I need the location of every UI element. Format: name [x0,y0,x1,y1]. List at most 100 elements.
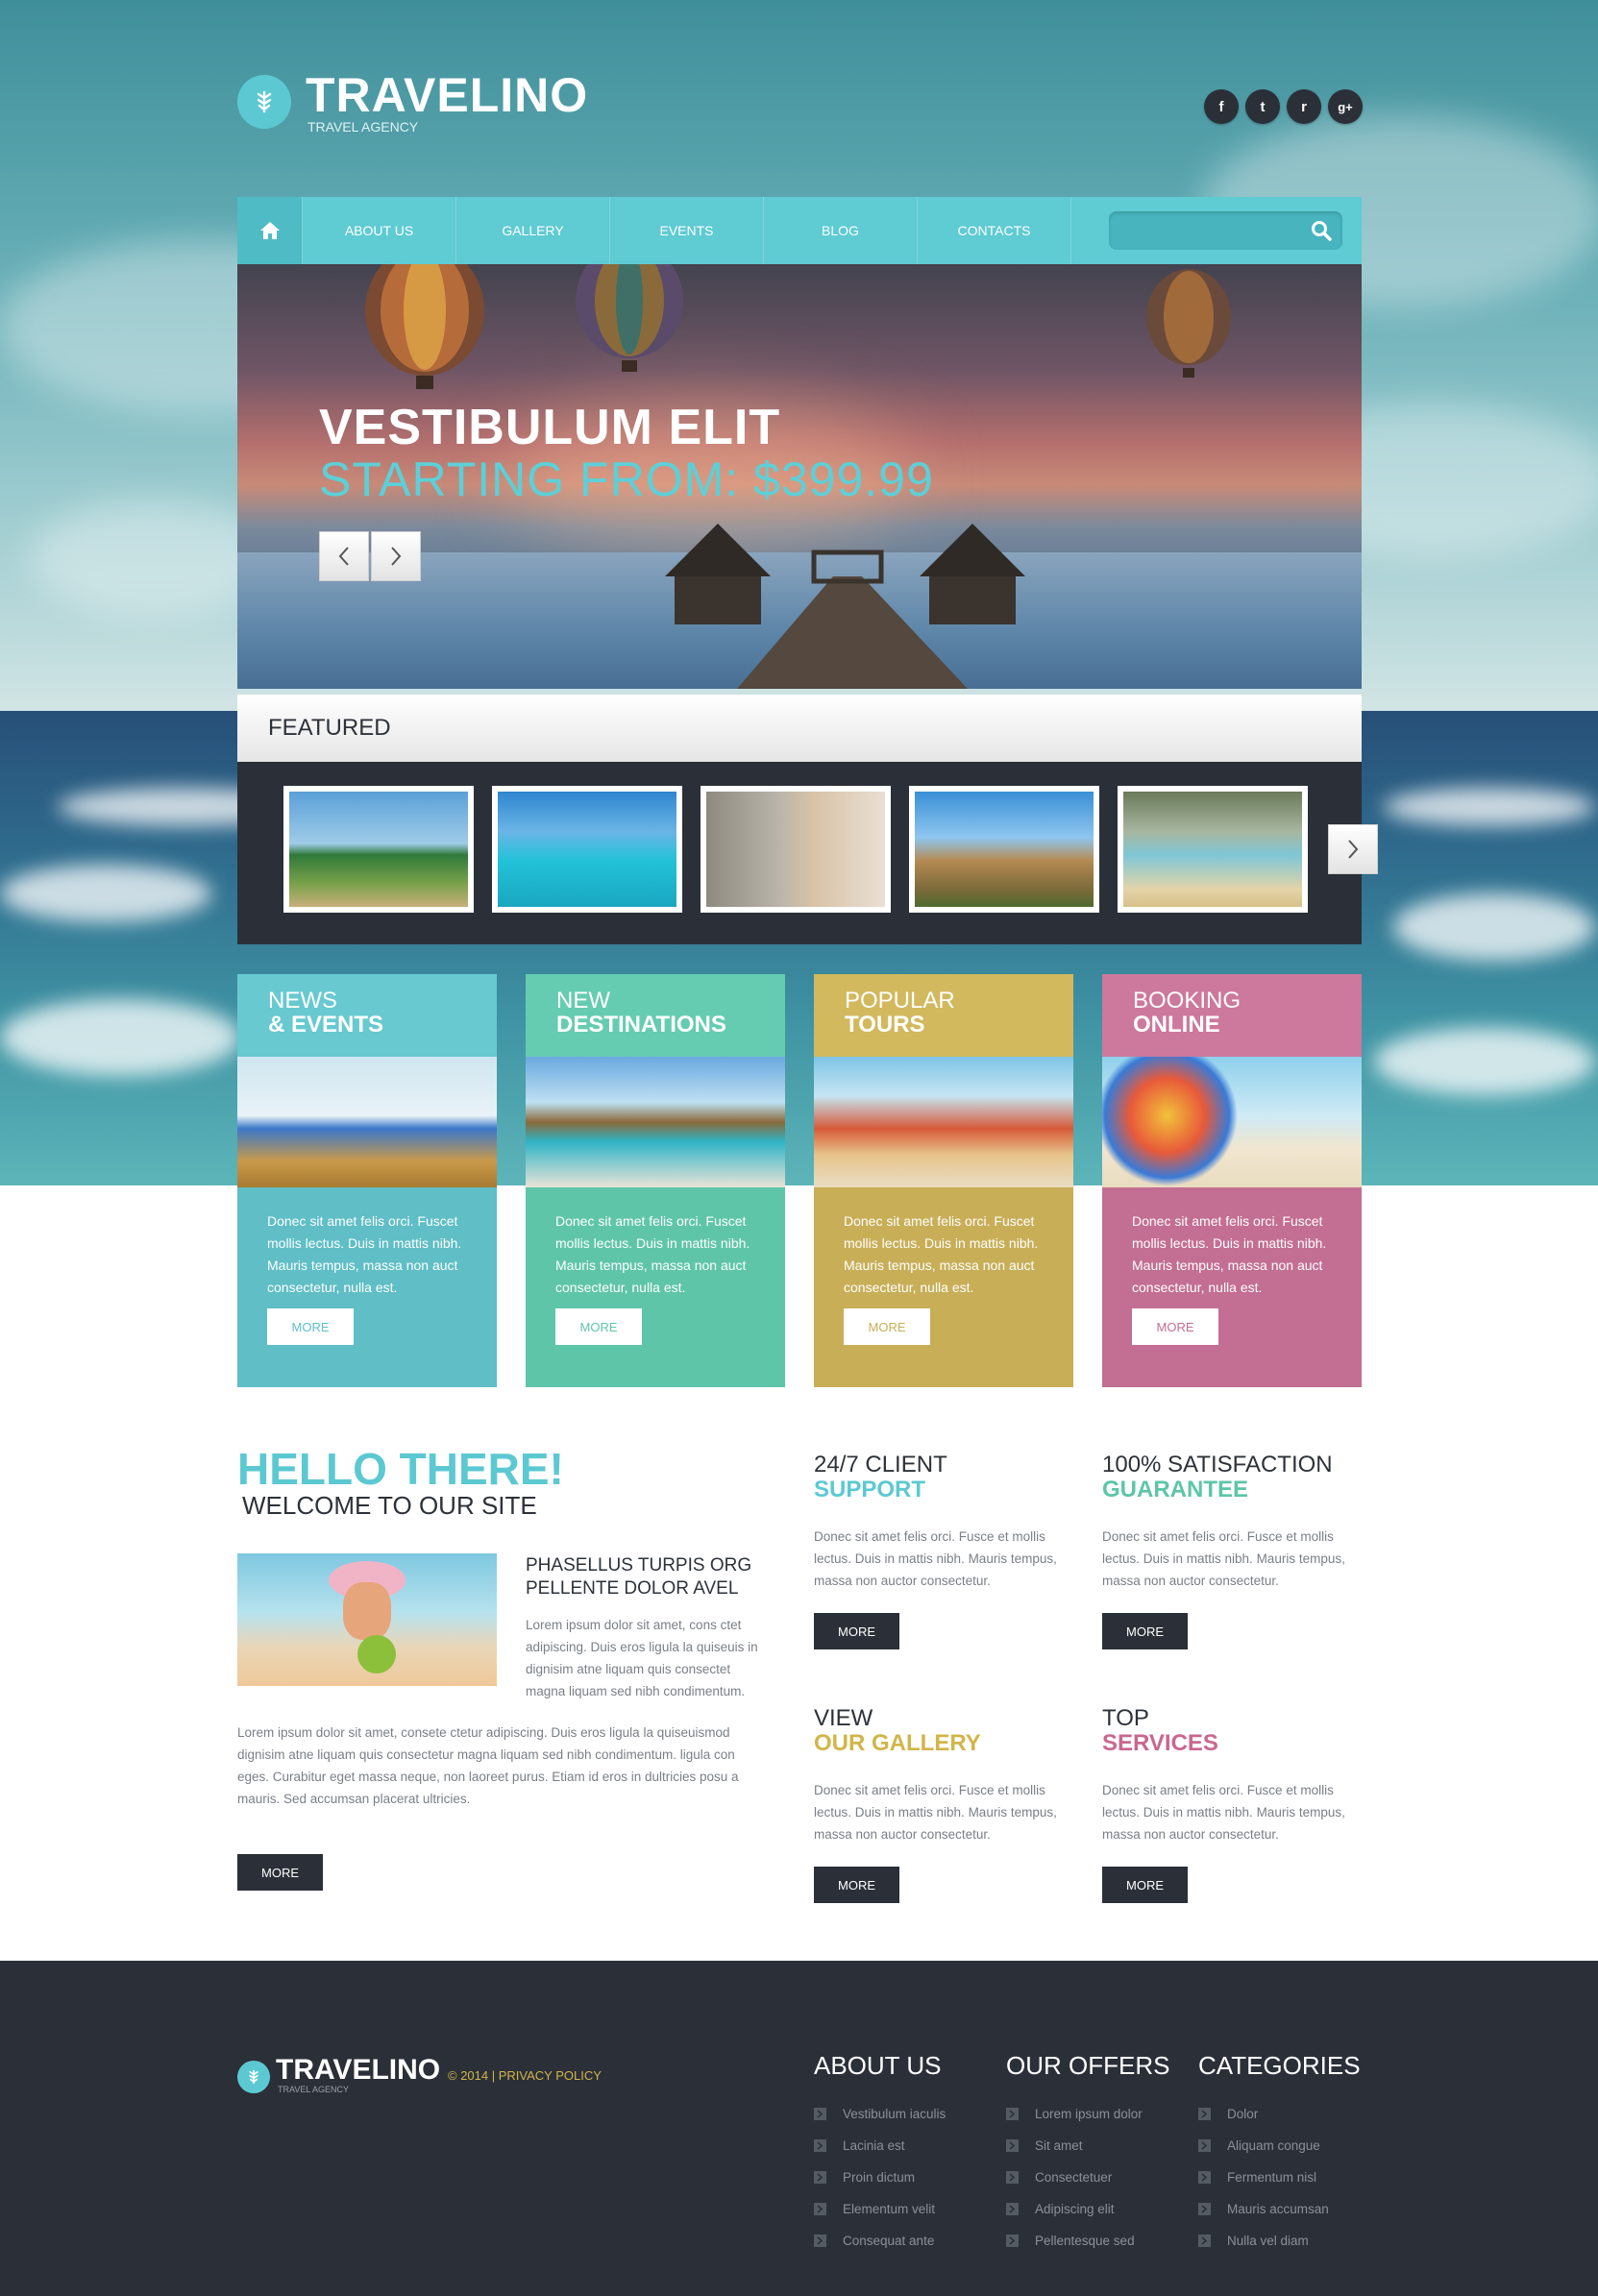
card-header: NEWS & EVENTS [237,974,497,1057]
nav-item-gallery[interactable]: GALLERY [456,197,610,264]
footer-logo-title[interactable]: TRAVELINO [276,2054,440,2087]
feature-title-line2: SERVICES [1102,1730,1218,1756]
colosseum-image [915,792,1094,907]
footer-link[interactable]: Dolor [1198,2107,1258,2121]
beach-umbrellas-image [526,1057,785,1187]
rss-glyph: r [1301,98,1307,115]
card-text: Donec sit amet felis orci. Fuscet mollis… [267,1213,462,1295]
footer-link[interactable]: Vestibulum iaculis [814,2107,946,2121]
feature-more-button[interactable]: MORE [1102,1867,1188,1903]
feature-more-button[interactable]: MORE [1102,1613,1188,1649]
footer-link[interactable]: Fermentum nisl [1198,2170,1316,2185]
footer-link-label: Adipiscing elit [1035,2202,1115,2216]
feature-support: 24/7 CLIENT SUPPORT Donec sit amet felis… [814,1453,1073,1649]
footer-link[interactable]: Lorem ipsum dolor [1006,2107,1143,2121]
footer-link-label: Consequat ante [843,2234,935,2248]
card-more-button[interactable]: MORE [555,1308,642,1345]
chevron-right-icon [1006,2171,1019,2184]
search-icon[interactable] [1310,219,1333,242]
featured-thumb[interactable] [909,786,1099,913]
card-news-events: NEWS & EVENTS Donec sit amet felis orci.… [237,974,497,1387]
chevron-right-icon [1198,2235,1211,2247]
card-more-button[interactable]: MORE [267,1308,354,1345]
feature-more-button[interactable]: MORE [814,1867,899,1903]
face [343,1582,391,1640]
hello-more-button[interactable]: MORE [237,1854,323,1891]
chevron-left-icon [338,547,349,566]
footer-link[interactable]: Aliquam congue [1198,2138,1320,2153]
footer-link[interactable]: Proin dictum [814,2170,915,2185]
hello-title: HELLO THERE! [237,1444,564,1494]
chevron-right-icon [1198,2171,1211,2184]
featured-next-button[interactable] [1328,824,1378,874]
chevron-right-icon [391,547,402,566]
hello-side-title-line2: PELLENTE DOLOR AVEL [526,1578,739,1599]
featured-thumb[interactable] [492,786,682,913]
footer-link-label: Nulla vel diam [1227,2234,1309,2248]
card-header: POPULAR TOURS [814,974,1073,1057]
logo-title[interactable]: TRAVELINO [306,67,588,123]
card-text: Donec sit amet felis orci. Fuscet mollis… [1132,1213,1327,1295]
card-title-line1: POPULAR [845,988,955,1014]
rss-icon[interactable]: r [1287,89,1321,124]
google-plus-icon[interactable]: g+ [1328,89,1363,124]
logo-badge[interactable] [237,75,291,129]
beach-ball-image [1102,1057,1362,1187]
wave [1374,1028,1595,1095]
feature-title-line1: 24/7 CLIENT [814,1452,947,1478]
hello-side-title-line1: PHASELLUS TURPIS ORG [526,1555,752,1575]
feature-text: Donec sit amet felis orci. Fusce et moll… [814,1783,1057,1842]
feature-title-line1: TOP [1102,1705,1149,1731]
footer-column-title: CATEGORIES [1198,2051,1361,2080]
footer-link[interactable]: Nulla vel diam [1198,2234,1309,2248]
nav-item-blog[interactable]: BLOG [764,197,918,264]
footer-link[interactable]: Adipiscing elit [1006,2202,1115,2216]
footer-link-label: Proin dictum [843,2170,916,2185]
footer-link[interactable]: Pellentesque sed [1006,2234,1135,2248]
nav-item-about-us[interactable]: ABOUT US [303,197,456,264]
feature-title-line2: SUPPORT [814,1477,926,1502]
footer-link[interactable]: Sit amet [1006,2138,1083,2153]
hero-title: VESTIBULUM ELIT [319,400,781,455]
footer-link[interactable]: Consectetuer [1006,2170,1112,2185]
leaf-icon [249,2069,258,2085]
footer-link-label: Aliquam congue [1227,2138,1320,2153]
twitter-icon[interactable]: t [1245,89,1280,124]
footer-link[interactable]: Elementum velit [814,2202,935,2216]
footer-copyright[interactable]: © 2014 | PRIVACY POLICY [448,2068,602,2083]
search-box [1109,211,1342,250]
footer-logo-badge[interactable] [237,2061,270,2093]
footer-link-label: Dolor [1227,2107,1259,2121]
woman-beach-image [237,1553,497,1686]
card-text: Donec sit amet felis orci. Fuscet mollis… [844,1213,1039,1295]
card-more-button[interactable]: MORE [1132,1308,1218,1345]
chevron-right-icon [814,2108,826,2120]
feature-more-button[interactable]: MORE [814,1613,899,1649]
google-plus-glyph: g+ [1338,99,1353,114]
feature-guarantee: 100% SATISFACTION GUARANTEE Donec sit am… [1102,1453,1362,1649]
nav-item-events[interactable]: EVENTS [610,197,764,264]
featured-title: FEATURED [268,715,391,741]
nav-item-contacts[interactable]: CONTACTS [918,197,1071,264]
facebook-icon[interactable]: f [1204,89,1239,124]
card-popular-tours: POPULAR TOURS Donec sit amet felis orci.… [814,974,1073,1387]
card-more-button[interactable]: MORE [844,1308,930,1345]
hero-prev-button[interactable] [319,531,369,581]
featured-thumb[interactable] [283,786,474,913]
chevron-right-icon [1198,2108,1211,2120]
footer-link[interactable]: Consequat ante [814,2234,934,2248]
hero-next-button[interactable] [371,531,421,581]
card-header: NEW DESTINATIONS [526,974,785,1057]
search-input[interactable] [1119,219,1296,242]
hello-side-title: PHASELLUS TURPIS ORG PELLENTE DOLOR AVEL [526,1554,751,1600]
featured-thumb[interactable] [1118,786,1308,913]
footer-logo-subtitle: TRAVEL AGENCY [278,2085,350,2094]
wave [0,999,240,1076]
leaf-icon [257,90,272,113]
longtail-boat-image [1123,792,1302,907]
featured-thumb[interactable] [701,786,891,913]
chevron-right-icon [814,2203,826,2215]
footer-link[interactable]: Lacinia est [814,2138,905,2153]
footer-link[interactable]: Mauris accumsan [1198,2202,1329,2216]
nav-home-button[interactable] [237,197,303,264]
